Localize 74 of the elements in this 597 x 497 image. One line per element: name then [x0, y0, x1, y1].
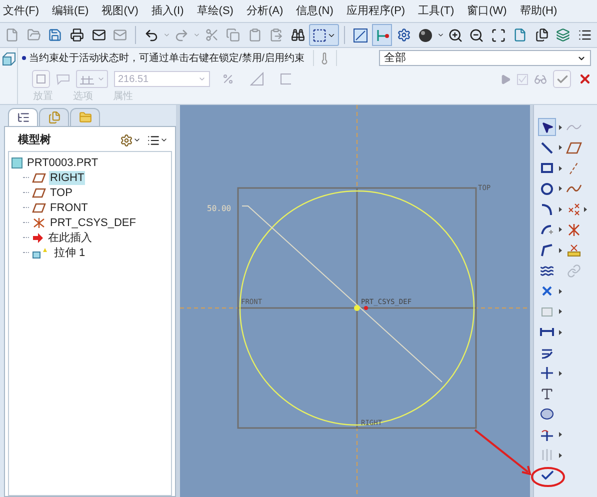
folder-icon [78, 111, 92, 124]
caret-icon [558, 186, 562, 192]
tree-item[interactable]: PRT_CSYS_DEF [49, 216, 137, 230]
depth-icon [79, 73, 95, 85]
list-icon [147, 134, 160, 146]
caret-icon [558, 309, 562, 314]
tree-item[interactable]: 在此插入 [47, 230, 93, 244]
extrude-icon [2, 52, 16, 66]
caret-icon [558, 370, 562, 376]
caret-icon [558, 248, 562, 253]
menu-item[interactable]: 信息(N) [296, 2, 334, 20]
caret-icon [558, 206, 562, 212]
close-icon [578, 72, 592, 86]
caret-icon [558, 124, 562, 130]
caret-icon [558, 145, 562, 150]
menu-item[interactable]: 应用程序(P) [346, 2, 406, 20]
caret-icon [558, 288, 562, 294]
tree-icon [16, 111, 30, 124]
menu-item[interactable]: 编辑(E) [52, 2, 89, 20]
play-icon [500, 74, 511, 84]
pages-icon [48, 111, 60, 124]
show-button[interactable] [147, 134, 168, 146]
caret-icon [558, 330, 562, 335]
dimension-text: 50.00 [207, 204, 232, 213]
speech-bubble-icon [56, 73, 70, 85]
menu-item[interactable]: 文件(F) [3, 2, 40, 20]
menu-item[interactable]: 插入(I) [151, 2, 184, 20]
plane-icon [32, 202, 46, 212]
tree-item[interactable]: PRT0003.PRT [26, 156, 100, 170]
caret-icon [160, 136, 168, 144]
menu-item[interactable]: 帮助(H) [520, 2, 558, 20]
caret-icon [162, 31, 170, 39]
extrude-icon [32, 246, 50, 258]
plane-icon [32, 188, 46, 198]
gear-icon [120, 134, 133, 146]
menu-item[interactable]: 窗口(W) [467, 2, 507, 20]
tree-item[interactable]: RIGHT [49, 170, 86, 184]
menu-item[interactable]: 视图(V) [102, 2, 138, 20]
menu-item[interactable]: 草绘(S) [196, 2, 234, 20]
dashed-square-icon [312, 28, 328, 42]
sketch-tool-icon[interactable] [538, 118, 556, 136]
caret-icon [198, 75, 206, 83]
triangle-icon [250, 72, 264, 86]
caret-icon [584, 206, 587, 212]
caret-icon [558, 227, 562, 232]
menu-item[interactable]: 分析(A) [246, 2, 284, 20]
caret-icon [558, 452, 562, 458]
tools-button[interactable] [120, 134, 141, 146]
panel-tab[interactable] [8, 108, 38, 126]
plane-icon [32, 172, 46, 182]
panel-title: 模型树 [18, 132, 51, 148]
menu-item[interactable]: 工具(T) [418, 2, 454, 20]
message-text: 当约束处于活动状态时，可通过单击右键在锁定/禁用/启用约束 [28, 52, 305, 64]
ok-button[interactable] [553, 70, 571, 88]
tree-item[interactable]: FRONT [49, 200, 89, 214]
checkbox-icon [517, 74, 528, 84]
glasses-icon [534, 72, 547, 86]
tree-item[interactable]: TOP [49, 186, 74, 200]
caret-icon [436, 31, 444, 39]
caret-icon [558, 166, 562, 171]
bracket-icon [280, 73, 292, 85]
coordinate-system-icon [32, 216, 46, 228]
tree-item[interactable]: 拉伸 1 [53, 246, 86, 260]
part-icon [11, 156, 23, 168]
check-icon [556, 72, 568, 86]
arrow-icon [32, 232, 44, 242]
filter-dropdown[interactable]: 全部 [379, 50, 591, 66]
caret-icon [97, 75, 105, 83]
selection-box-button[interactable] [309, 24, 340, 46]
percent-icon [222, 73, 234, 85]
caret-icon [558, 432, 562, 438]
caret-icon [192, 31, 200, 39]
square-icon [36, 74, 46, 84]
caret-icon [133, 136, 141, 144]
